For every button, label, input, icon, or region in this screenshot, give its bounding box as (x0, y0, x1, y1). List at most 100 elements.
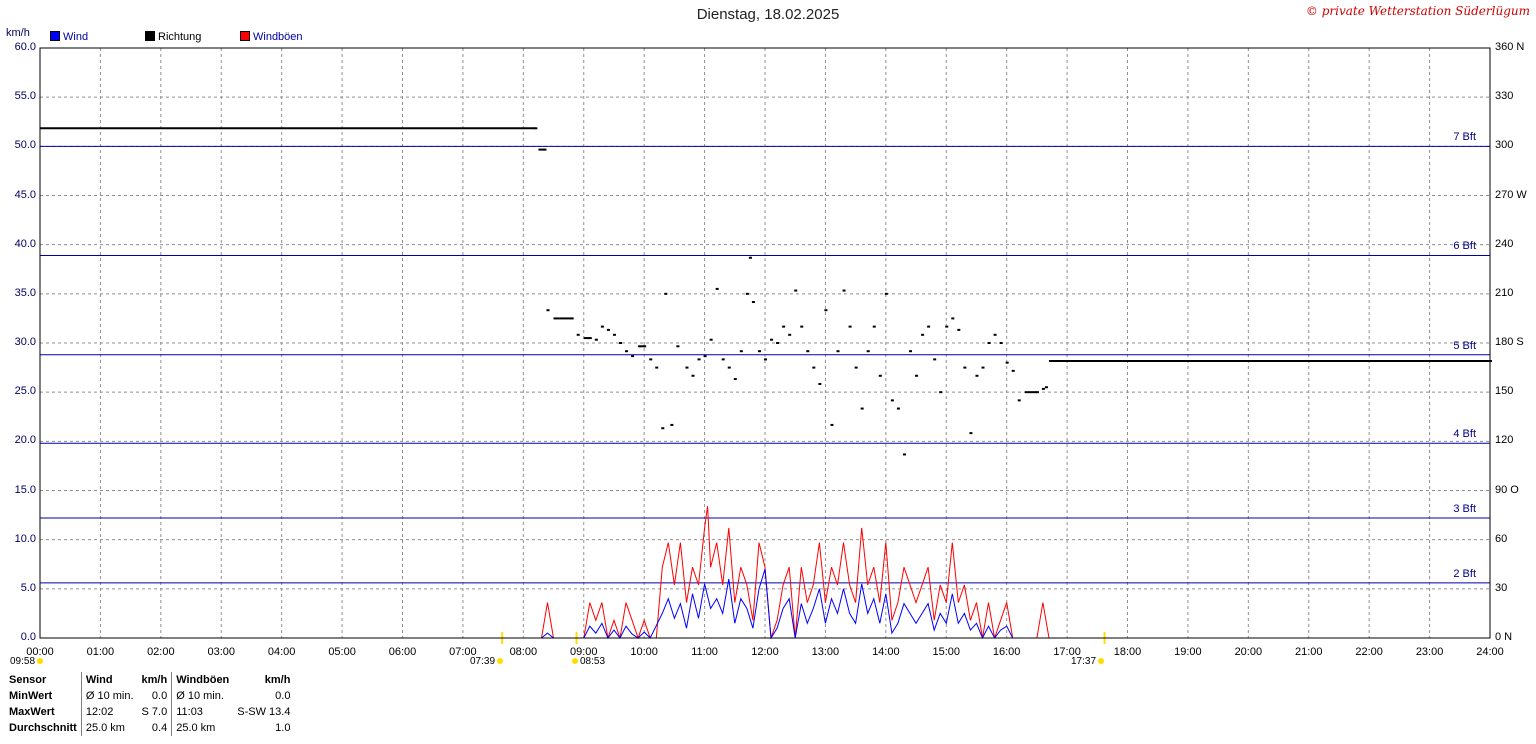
stats-row: Durchschnitt 25.0 km 0.4 25.0 km 1.0 (5, 720, 294, 736)
direction-point (782, 325, 786, 328)
direction-point (818, 382, 822, 385)
y-tick-label: 50.0 (14, 139, 36, 152)
direction-point (939, 391, 943, 394)
x-tick-label: 03:00 (207, 646, 236, 658)
direction-point (619, 342, 622, 344)
direction-point (866, 350, 870, 353)
direction-point (594, 338, 598, 341)
direction-point (703, 355, 707, 358)
direction-point (800, 325, 804, 328)
moon-icon (37, 658, 44, 665)
legend-item-gust: Windböen (240, 31, 303, 43)
direction-point (655, 366, 659, 369)
direction-point (697, 358, 701, 361)
stats-cell: Ø 10 min. (80, 688, 138, 704)
y-axis-unit: km/h (6, 27, 30, 39)
direction-point (1035, 391, 1039, 394)
direction-point (987, 342, 991, 344)
direction-point (664, 292, 668, 295)
moonrise-icon (572, 658, 578, 665)
direction-point (691, 374, 695, 377)
sunset-label: 17:37 (1071, 656, 1106, 667)
stats-cell: MinWert (9, 690, 53, 702)
legend-label: Windböen (253, 31, 303, 43)
stats-row: MinWert Ø 10 min. 0.0 Ø 10 min. 0.0 (5, 688, 294, 704)
moonrise-label: 08:53 (570, 656, 605, 667)
legend-label: Wind (63, 31, 89, 43)
beaufort-label: 6 Bft (1453, 240, 1476, 253)
x-tick-label: 18:00 (1113, 646, 1142, 658)
chart-grid (40, 48, 1490, 638)
y2-tick-label: 180 S (1495, 336, 1524, 348)
direction-point (661, 427, 665, 430)
beaufort-label: 4 Bft (1453, 428, 1476, 441)
direction-point (715, 287, 719, 290)
stats-cell: S 7.0 (141, 706, 168, 718)
stats-row: MaxWert 12:02 S 7.0 11:03 S-SW 13.4 (5, 704, 294, 720)
x-tick-label: 20:00 (1234, 646, 1263, 658)
direction-point (812, 366, 816, 369)
stats-cell: 25.0 km (80, 720, 138, 736)
y-tick-label: 30.0 (14, 336, 36, 348)
direction-point (951, 317, 955, 320)
direction-series (40, 127, 1492, 456)
direction-point (878, 374, 882, 377)
direction-point (969, 432, 973, 435)
y2-tick-label: 210 (1495, 286, 1514, 299)
y-tick-label: 10.0 (14, 532, 36, 545)
x-tick-label: 05:00 (328, 646, 356, 658)
sunrise-label: 07:39 (470, 656, 505, 667)
sunrise-time: 07:39 (470, 656, 496, 667)
x-tick-label: 23:00 (1415, 646, 1444, 658)
direction-point (1005, 361, 1009, 364)
direction-point (963, 366, 967, 369)
direction-point (625, 350, 629, 353)
direction-point (751, 301, 755, 304)
direction-point (606, 328, 610, 331)
stats-cell: 0.0 (151, 690, 168, 702)
direction-point (543, 148, 547, 151)
stats-cell: 0.0 (275, 690, 291, 702)
stats-cell: Durchschnitt (9, 722, 77, 734)
stats-cell: 12:02 (80, 704, 138, 720)
x-tick-label: 16:00 (992, 646, 1021, 658)
y-tick-label: 15.0 (14, 483, 36, 496)
direction-point (957, 328, 961, 331)
y2-tick-label: 30 (1495, 581, 1508, 594)
beaufort-label: 7 Bft (1453, 131, 1476, 144)
sunset-icon (1098, 658, 1105, 665)
direction-point (721, 358, 725, 361)
y-tick-label: 20.0 (14, 434, 36, 447)
moonset-label: 09:58 (10, 656, 45, 667)
direction-point (676, 345, 680, 348)
legend-item-direction: Richtung (145, 31, 201, 43)
direction-point (670, 423, 674, 426)
beaufort-label: 5 Bft (1453, 339, 1476, 352)
direction-point (685, 366, 689, 369)
x-tick-label: 14:00 (872, 646, 900, 658)
y-tick-label: 5.0 (20, 581, 36, 594)
direction-point (830, 423, 834, 426)
moonset-time: 09:58 (10, 656, 36, 667)
x-tick-label: 10:00 (630, 646, 658, 658)
direction-point (884, 292, 888, 295)
x-tick-label: 22:00 (1355, 646, 1383, 658)
direction-point (631, 355, 635, 358)
y-tick-label: 0.0 (20, 631, 36, 643)
direction-point (909, 350, 912, 353)
direction-point (993, 333, 997, 336)
x-tick-label: 21:00 (1294, 646, 1323, 658)
direction-point (733, 378, 737, 381)
stats-header: Sensor Wind km/h Windböen km/h (5, 672, 294, 688)
stats-header-cell: Windböen (171, 672, 234, 688)
direction-point (1011, 369, 1015, 372)
sunrise-icon (497, 658, 504, 665)
y-tick-label: 25.0 (14, 385, 36, 398)
y2-tick-label: 0 N (1495, 631, 1513, 643)
gust-swatch-icon (240, 31, 250, 41)
stats-cell: 25.0 km (171, 720, 234, 736)
direction-point (1017, 399, 1021, 402)
x-tick-label: 12:00 (751, 646, 779, 658)
direction-point (921, 333, 925, 336)
direction-point (534, 127, 538, 130)
